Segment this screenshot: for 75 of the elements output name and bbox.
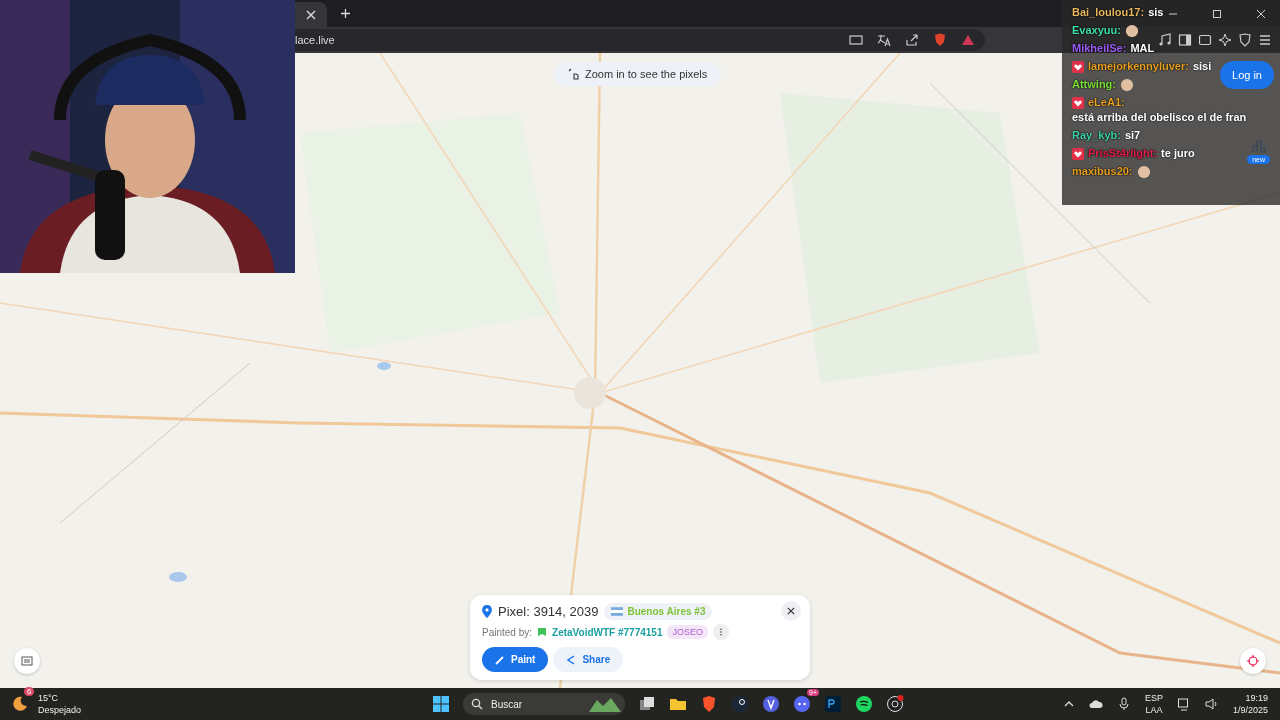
zoom-hint-text: Zoom in to see the pixels [585,68,708,80]
share-button[interactable]: Share [553,647,624,672]
task-view-icon[interactable] [638,695,656,713]
menu-icon[interactable] [1258,33,1272,47]
chat-message: está arriba del obelisco el de fran [1072,110,1247,125]
search-placeholder: Buscar [491,698,523,710]
weather-moon-icon [12,696,28,712]
chat-message: sisi [1192,59,1212,74]
vpn-icon[interactable] [1238,33,1252,47]
paint-button[interactable]: Paint [482,647,549,672]
flag-icon [537,627,548,637]
record-app-icon[interactable] [886,695,904,713]
address-bar[interactable]: lace.live [295,29,985,51]
lion-browser-icon[interactable] [700,695,718,713]
chat-message: MAL [1130,41,1155,56]
alliance-tag: JOSEO [667,625,708,639]
music-app-icon[interactable] [855,695,873,713]
v-app-icon[interactable] [762,695,780,713]
location-pin-icon [482,604,492,618]
region-name: Buenos Aires #3 [627,605,706,617]
keyboard-layout[interactable]: LAA [1145,704,1163,716]
map-icon [21,655,33,667]
cloud-icon[interactable] [1088,697,1103,711]
search-field[interactable]: Buscar [463,693,625,715]
brush-icon [495,654,505,665]
chat-username: Attwing: [1072,77,1116,92]
chat-username: MikheilSe: [1072,41,1127,56]
clock-time[interactable]: 19:19 [1245,692,1268,704]
close-icon [787,607,795,615]
cast-icon[interactable] [849,33,863,47]
speaker-icon[interactable] [1204,697,1219,711]
steam-icon[interactable] [731,695,749,713]
chat-username: maxibus20: [1072,164,1133,179]
url-text: lace.live [295,34,335,46]
target-icon [1247,655,1259,667]
new-tab-icon[interactable] [341,9,350,18]
network-icon[interactable] [1176,697,1191,711]
zoom-cursor-icon [568,68,580,80]
chat-username: Evaxyuu: [1072,23,1121,38]
microphone-icon[interactable] [1116,697,1131,711]
close-button[interactable] [781,601,801,621]
temperature: 15°C [38,692,60,704]
hills-icon [589,696,621,712]
close-icon[interactable] [1256,8,1266,19]
chat-username: Ray_kyb: [1072,128,1121,143]
flag-icon [611,606,624,616]
triangle-icon[interactable] [961,33,975,47]
clock-date[interactable]: 1/9/2025 [1232,704,1268,716]
sparkle-icon[interactable] [1218,33,1232,47]
login-button[interactable]: Log in [1220,61,1274,89]
wallet-icon[interactable] [1198,33,1212,47]
search-icon [471,698,483,710]
chat-username: Bai_loulou17: [1072,5,1145,20]
weather-condition: Despejado [38,704,82,716]
chat-username: eLeA1: [1088,95,1125,110]
notification-badge: 6 [24,687,35,696]
chat-username: lamejorkennyluver: [1088,59,1189,74]
chat-message: te juro [1161,146,1195,161]
sidebar-icon[interactable] [1178,33,1192,47]
close-icon[interactable] [306,9,316,20]
maximize-icon[interactable] [1212,8,1222,19]
translate-icon[interactable] [877,33,891,47]
painted-by-label: Painted by: [482,626,533,638]
photo-editor-icon[interactable] [824,695,842,713]
shield-icon[interactable] [933,33,947,47]
chat-message: sis [1148,5,1164,20]
pixel-coordinates: Pixel: 3914, 2039 [498,603,599,619]
chat-username: PrisSt4rlight: [1088,146,1158,161]
start-icon[interactable] [432,695,450,713]
more-icon [717,628,725,636]
input-language[interactable]: ESP [1144,692,1163,704]
share-icon[interactable] [905,33,919,47]
chat-app-icon[interactable] [793,695,811,713]
share-icon [566,654,577,665]
chat-message: si7 [1124,128,1141,143]
